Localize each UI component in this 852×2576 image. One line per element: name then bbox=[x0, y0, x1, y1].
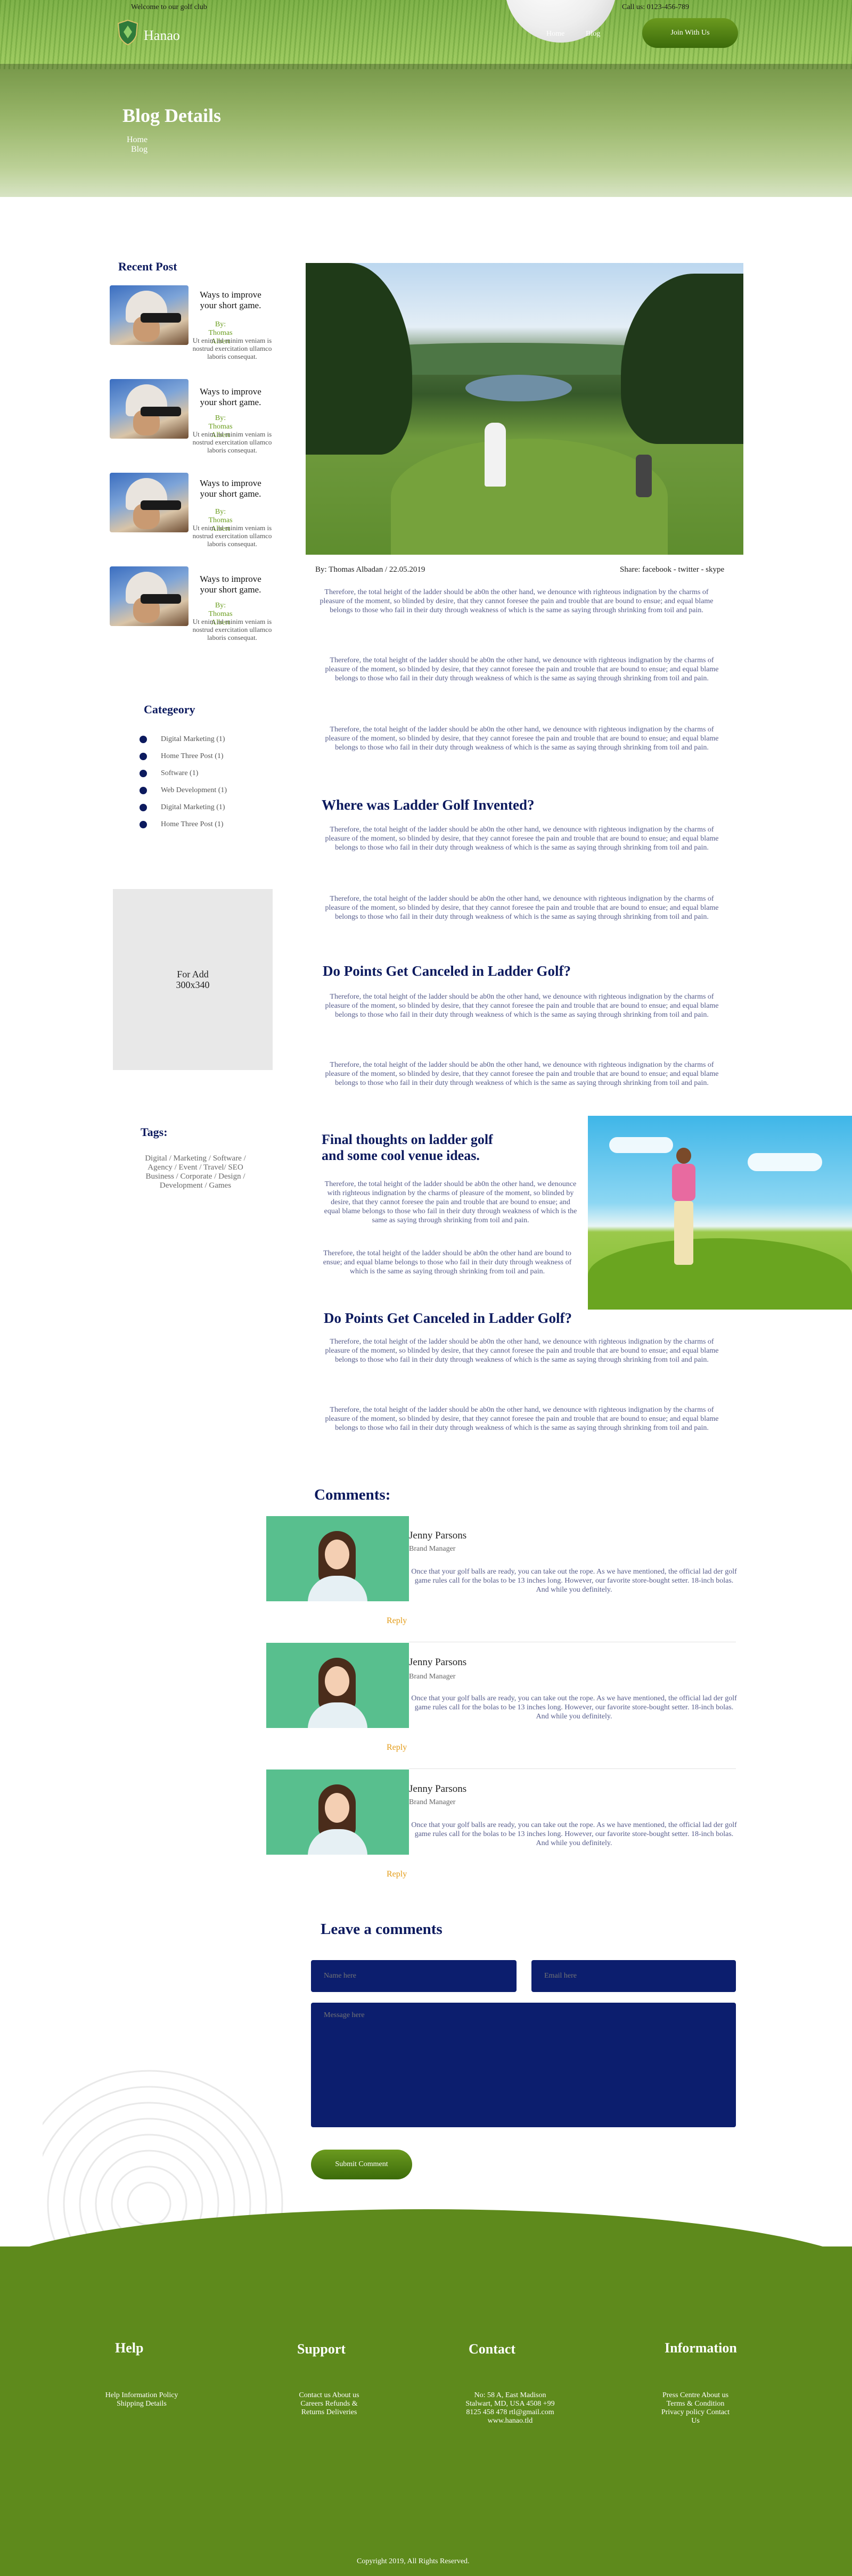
post-title[interactable]: Ways to improve your short game. bbox=[191, 386, 271, 408]
heading-where-invented: Where was Ladder Golf Invented? bbox=[322, 797, 535, 813]
ad-label: For Add bbox=[177, 969, 209, 980]
category-list: Digital Marketing (1) Home Three Post (1… bbox=[140, 736, 227, 838]
comment-text: Once that your golf balls are ready, you… bbox=[411, 1821, 737, 1847]
recent-post-item[interactable]: Ways to improve your short game. By: Tho… bbox=[110, 285, 275, 360]
post-title[interactable]: Ways to improve your short game. bbox=[191, 478, 271, 499]
call-us-text: Call us: 0123-456-789 bbox=[622, 3, 689, 11]
post-excerpt: Ut enim ad minim veniam is nostrud exerc… bbox=[192, 618, 272, 641]
reply-link[interactable]: Reply bbox=[387, 1616, 407, 1626]
commenter-role: Brand Manager bbox=[409, 1798, 456, 1806]
hero-overlay bbox=[0, 64, 852, 197]
commenter-avatar bbox=[266, 1516, 409, 1601]
heading-points-canceled: Do Points Get Canceled in Ladder Golf? bbox=[323, 963, 571, 979]
heading-final-thoughts: Final thoughts on ladder golf and some c… bbox=[322, 1132, 493, 1163]
recent-post-item[interactable]: Ways to improve your short game. By: Tho… bbox=[110, 379, 275, 454]
article-paragraph: Therefore, the total height of the ladde… bbox=[325, 1061, 719, 1087]
footer-contact-info: No: 58 A, East Madison Stalwart, MD, USA… bbox=[465, 2391, 555, 2425]
article-paragraph: Therefore, the total height of the ladde… bbox=[320, 588, 714, 614]
submit-comment-button[interactable]: Submit Comment bbox=[311, 2150, 412, 2179]
commenter-avatar bbox=[266, 1770, 409, 1855]
breadcrumb-home[interactable]: Home bbox=[127, 135, 148, 145]
post-excerpt: Ut enim ad minim veniam is nostrud exerc… bbox=[192, 430, 272, 454]
nav-blog-link[interactable]: Blog bbox=[586, 30, 600, 38]
logo-text[interactable]: Hanao bbox=[144, 28, 180, 44]
heading-points-canceled-2: Do Points Get Canceled in Ladder Golf? bbox=[324, 1310, 572, 1326]
article-paragraph: Therefore, the total height of the ladde… bbox=[325, 656, 719, 682]
category-title: Categeory bbox=[144, 703, 195, 716]
category-item[interactable]: Software (1) bbox=[140, 770, 227, 787]
ad-size: 300x340 bbox=[176, 980, 210, 990]
recent-post-item[interactable]: Ways to improve your short game. By: Tho… bbox=[110, 566, 275, 641]
article-paragraph: Therefore, the total height of the ladde… bbox=[324, 1180, 577, 1224]
article-main-image bbox=[306, 263, 743, 555]
article-paragraph: Therefore, the total height of the ladde… bbox=[325, 1338, 719, 1364]
footer-help-links[interactable]: Help Information Policy Shipping Details bbox=[104, 2391, 179, 2408]
leave-comment-title: Leave a comments bbox=[321, 1921, 443, 1938]
nav-home-link[interactable]: Home bbox=[546, 30, 564, 38]
category-item[interactable]: Digital Marketing (1) bbox=[140, 736, 227, 753]
category-item[interactable]: Home Three Post (1) bbox=[140, 821, 227, 838]
footer-contact-title: Contact bbox=[469, 2341, 516, 2357]
footer-support-title: Support bbox=[297, 2341, 346, 2357]
article-paragraph: Therefore, the total height of the ladde… bbox=[325, 993, 719, 1019]
name-input[interactable] bbox=[311, 1960, 517, 1992]
share-links[interactable]: Share: facebook - twitter - skype bbox=[620, 565, 724, 574]
tags-list[interactable]: Digital / Marketing / Software / Agency … bbox=[140, 1154, 251, 1190]
article-paragraph-short: Therefore, the total height of the ladde… bbox=[323, 1249, 572, 1275]
copyright-text: Copyright 2019, All Rights Reserved. bbox=[357, 2557, 470, 2565]
comment-divider bbox=[409, 1768, 736, 1769]
footer-information-title: Information bbox=[665, 2340, 737, 2356]
breadcrumb-blog[interactable]: Blog bbox=[131, 145, 148, 154]
category-item[interactable]: Web Development (1) bbox=[140, 787, 227, 804]
reply-link[interactable]: Reply bbox=[387, 1870, 407, 1879]
article-paragraph: Therefore, the total height of the ladde… bbox=[325, 895, 719, 921]
post-title[interactable]: Ways to improve your short game. bbox=[191, 574, 271, 595]
email-input[interactable] bbox=[531, 1960, 736, 1992]
shield-logo-icon[interactable] bbox=[116, 19, 140, 46]
ad-placeholder: For Add 300x340 bbox=[113, 889, 273, 1070]
commenter-name: Jenny Parsons bbox=[409, 1530, 467, 1541]
comment-text: Once that your golf balls are ready, you… bbox=[411, 1694, 737, 1721]
post-thumbnail[interactable] bbox=[110, 285, 189, 345]
join-with-us-button[interactable]: Join With Us bbox=[642, 18, 738, 48]
post-excerpt: Ut enim ad minim veniam is nostrud exerc… bbox=[192, 336, 272, 360]
page-title: Blog Details bbox=[122, 105, 221, 126]
reply-link[interactable]: Reply bbox=[387, 1743, 407, 1752]
article-paragraph: Therefore, the total height of the ladde… bbox=[325, 826, 719, 852]
article-byline: By: Thomas Albadan / 22.05.2019 bbox=[315, 565, 425, 574]
footer-support-links[interactable]: Contact us About us Careers Refunds & Re… bbox=[292, 2391, 366, 2417]
post-title[interactable]: Ways to improve your short game. bbox=[191, 290, 271, 311]
comment-text: Once that your golf balls are ready, you… bbox=[411, 1568, 737, 1594]
golfer-illustration bbox=[588, 1116, 852, 1310]
comments-title: Comments: bbox=[314, 1486, 391, 1503]
commenter-avatar bbox=[266, 1643, 409, 1728]
tags-title: Tags: bbox=[141, 1125, 168, 1139]
commenter-name: Jenny Parsons bbox=[409, 1657, 467, 1668]
post-thumbnail[interactable] bbox=[110, 379, 189, 439]
category-item[interactable]: Home Three Post (1) bbox=[140, 753, 227, 770]
footer-help-title: Help bbox=[115, 2340, 144, 2356]
welcome-text: Welcome to our golf club bbox=[131, 3, 207, 11]
message-textarea[interactable] bbox=[311, 2003, 736, 2127]
post-thumbnail[interactable] bbox=[110, 473, 189, 532]
post-thumbnail[interactable] bbox=[110, 566, 189, 626]
article-paragraph: Therefore, the total height of the ladde… bbox=[325, 1406, 719, 1432]
recent-post-item[interactable]: Ways to improve your short game. By: Tho… bbox=[110, 473, 275, 548]
article-paragraph: Therefore, the total height of the ladde… bbox=[325, 726, 719, 752]
recent-post-title: Recent Post bbox=[118, 260, 177, 273]
commenter-role: Brand Manager bbox=[409, 1673, 456, 1681]
footer-information-links[interactable]: Press Centre About us Terms & Condition … bbox=[658, 2391, 733, 2425]
commenter-name: Jenny Parsons bbox=[409, 1783, 467, 1795]
post-excerpt: Ut enim ad minim veniam is nostrud exerc… bbox=[192, 524, 272, 548]
commenter-role: Brand Manager bbox=[409, 1545, 456, 1553]
category-item[interactable]: Digital Marketing (1) bbox=[140, 804, 227, 821]
